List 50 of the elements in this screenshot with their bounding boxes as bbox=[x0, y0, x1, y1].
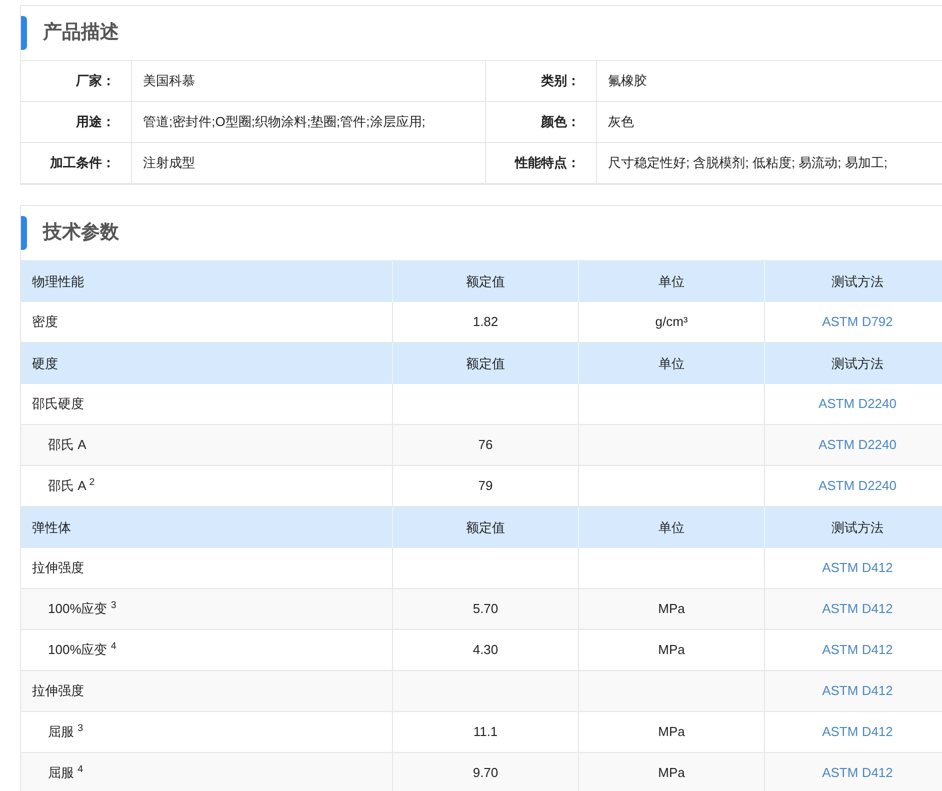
column-header: 测试方法 bbox=[832, 518, 884, 537]
field-label: 加工条件： bbox=[50, 154, 115, 172]
accent-bar bbox=[21, 16, 27, 50]
column-header: 测试方法 bbox=[832, 354, 884, 373]
test-method-link[interactable]: ASTM D412 bbox=[822, 763, 893, 783]
field-label: 用途： bbox=[76, 113, 115, 132]
field-value: 尺寸稳定性好; 含脱模剂; 低粘度; 易流动; 易加工; bbox=[608, 154, 888, 172]
property-name: 拉伸强度 bbox=[32, 682, 84, 700]
property-name: 邵氏 A $^{2}$ bbox=[48, 476, 95, 496]
field-value: 美国科慕 bbox=[143, 72, 195, 90]
column-header: 硬度 bbox=[32, 354, 58, 373]
section-title: 技术参数 bbox=[43, 220, 119, 245]
column-header: 测试方法 bbox=[832, 272, 884, 291]
column-header: 单位 bbox=[658, 354, 684, 373]
table-cell: MPa bbox=[579, 753, 765, 791]
test-method-link[interactable]: ASTM D2240 bbox=[818, 435, 897, 455]
column-header: 单位 bbox=[658, 518, 684, 537]
test-method-link[interactable]: ASTM D2240 bbox=[818, 476, 897, 496]
test-method-link[interactable]: ASTM D412 bbox=[822, 558, 893, 578]
table-cell: 9.70 bbox=[393, 753, 579, 791]
field-label: 颜色： bbox=[541, 113, 580, 132]
test-method-link[interactable]: ASTM D2240 bbox=[818, 394, 897, 414]
field-label: 类别： bbox=[541, 72, 580, 90]
field-value: 注射成型 bbox=[143, 154, 195, 172]
test-method-link[interactable]: ASTM D412 bbox=[822, 640, 893, 660]
property-name: 密度 bbox=[32, 313, 58, 332]
test-method-link[interactable]: ASTM D792 bbox=[822, 312, 893, 332]
test-method-link[interactable]: ASTM D412 bbox=[822, 681, 893, 701]
section-title: 产品描述 bbox=[43, 20, 119, 45]
field-value: 灰色 bbox=[608, 113, 634, 132]
column-header: 额定值 bbox=[466, 354, 505, 373]
field-label: 性能特点： bbox=[515, 154, 580, 172]
column-header: 额定值 bbox=[466, 518, 505, 537]
property-name: 屈服 $^{3}$ bbox=[48, 722, 84, 742]
property-name: 屈服 $^{4}$ bbox=[48, 763, 84, 782]
column-header: 物理性能 bbox=[32, 272, 84, 291]
field-value: 管道;密封件;O型圈;织物涂料;垫圈;管件;涂层应用; bbox=[143, 113, 426, 132]
property-name: 邵氏硬度 bbox=[32, 395, 84, 414]
test-method-link[interactable]: ASTM D412 bbox=[822, 722, 893, 742]
property-name: 100%应变 $^{4}$ bbox=[48, 640, 116, 660]
property-name: 拉伸强度 bbox=[32, 559, 84, 578]
column-header: 弹性体 bbox=[32, 518, 71, 537]
test-method-link[interactable]: ASTM D412 bbox=[822, 599, 893, 619]
column-header: 单位 bbox=[658, 272, 684, 291]
field-label: 厂家： bbox=[76, 72, 115, 90]
accent-bar bbox=[21, 216, 27, 250]
column-header: 额定值 bbox=[466, 272, 505, 291]
property-name: 邵氏 A bbox=[48, 436, 86, 454]
property-name: 100%应变 $^{3}$ bbox=[48, 599, 116, 618]
field-value: 氟橡胶 bbox=[608, 72, 647, 90]
